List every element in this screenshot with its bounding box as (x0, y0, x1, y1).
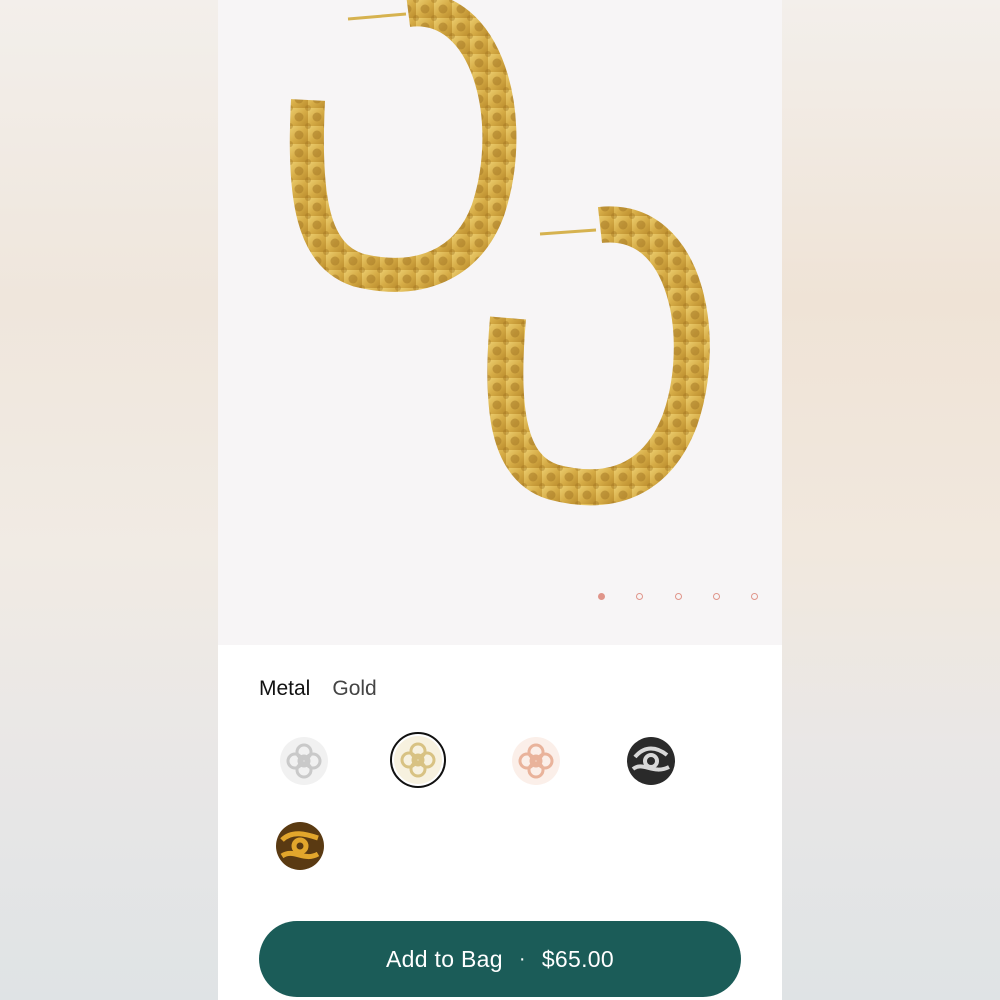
swatch-gold[interactable] (390, 732, 446, 788)
vintage-gold-filigree-icon (276, 822, 324, 870)
carousel-dot-3[interactable] (674, 592, 682, 600)
product-gallery[interactable] (218, 0, 782, 645)
carousel-dot-2[interactable] (636, 592, 644, 600)
cta-separator: · (518, 947, 526, 970)
blurred-background-left (0, 0, 218, 1000)
carousel-pagination (598, 591, 758, 601)
product-options: Metal Gold Add to Bag · $65.00 (218, 645, 782, 1000)
metal-label: Metal (259, 677, 311, 700)
product-page: Metal Gold Add to Bag · $65.00 (218, 0, 782, 1000)
product-image (289, 0, 710, 506)
gold-filigree-icon (394, 736, 442, 784)
rose-gold-filigree-icon (512, 737, 560, 785)
earring-top (289, 0, 517, 292)
metal-selector-header: Metal Gold (259, 677, 377, 701)
carousel-dot-1[interactable] (598, 592, 605, 600)
metal-selected-value: Gold (332, 677, 377, 700)
carousel-dot-4[interactable] (712, 592, 720, 600)
swatch-rhodium[interactable] (276, 733, 332, 789)
swatch-rose-gold[interactable] (508, 733, 564, 789)
blurred-background-right (782, 0, 1000, 1000)
price: $65.00 (541, 945, 614, 972)
earring-bottom (487, 206, 710, 506)
silver-filigree-icon (280, 737, 328, 785)
swatch-vintage-gold[interactable] (272, 818, 328, 874)
swatch-gunmetal[interactable] (623, 733, 679, 789)
gunmetal-filigree-icon (627, 737, 675, 785)
add-to-bag-button[interactable]: Add to Bag · $65.00 (259, 921, 741, 997)
add-to-bag-label: Add to Bag (386, 945, 503, 972)
carousel-dot-5[interactable] (751, 592, 758, 600)
